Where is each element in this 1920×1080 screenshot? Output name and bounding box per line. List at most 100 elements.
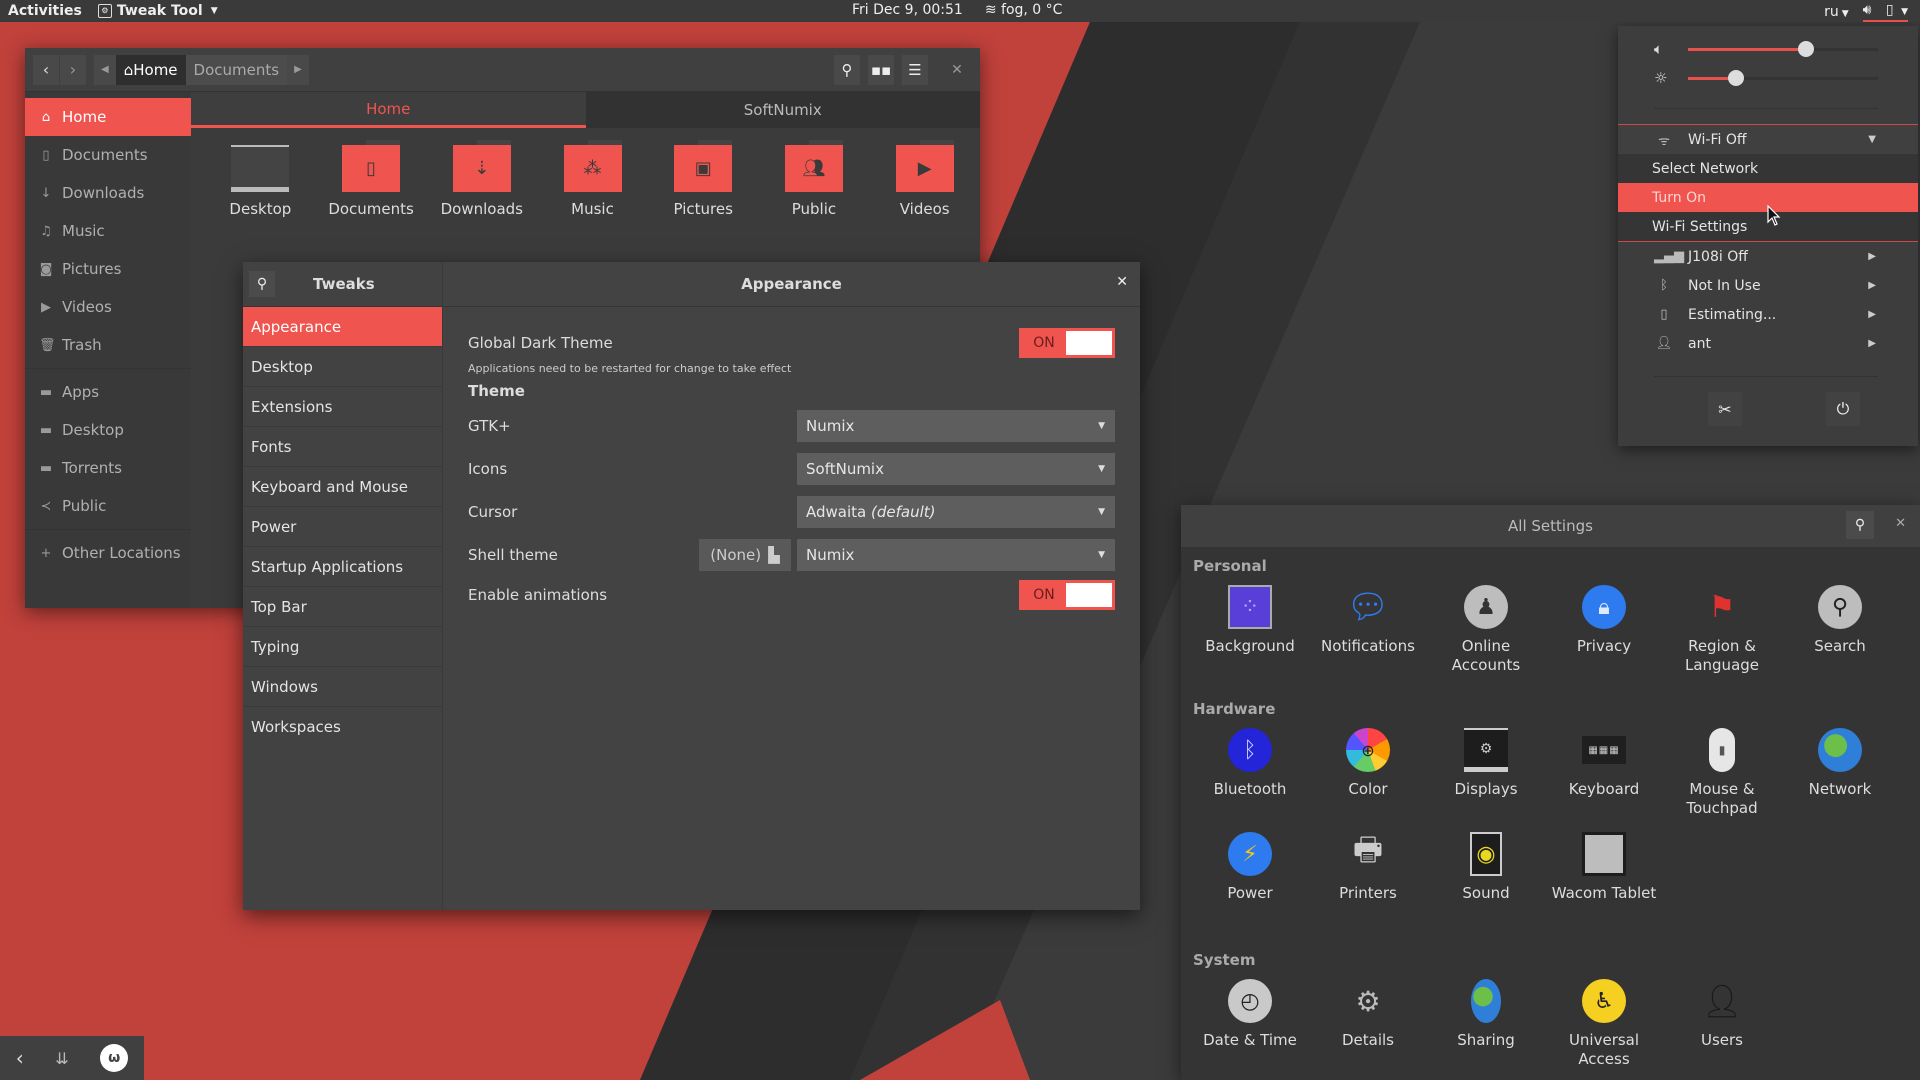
folder-music[interactable]: ⁂ Music (537, 140, 648, 218)
slider-thumb[interactable] (1797, 40, 1814, 57)
sidebar-item-pictures[interactable]: ◙ Pictures (25, 250, 191, 288)
close-button[interactable]: ✕ (1895, 516, 1906, 531)
sidebar-item-torrents[interactable]: ▬ Torrents (25, 449, 191, 487)
volume-slider[interactable] (1688, 40, 1878, 57)
folder-public[interactable]: 👥︎ Public (759, 140, 870, 218)
download-manager-icon[interactable]: ⇊ (55, 1049, 68, 1068)
sidebar-item-documents[interactable]: ▯ Documents (25, 136, 191, 174)
folder-videos[interactable]: ▶ Videos (869, 140, 980, 218)
forward-button[interactable]: › (60, 54, 86, 85)
settings-sharing[interactable]: Sharing (1427, 979, 1545, 1069)
settings-wacom-tablet[interactable]: Wacom Tablet (1545, 832, 1663, 903)
tweaks-item-typing[interactable]: Typing (243, 627, 442, 667)
settings-network[interactable]: Network (1781, 728, 1899, 818)
sidebar-item-apps[interactable]: ▬ Apps (25, 373, 191, 411)
wifi-menu-item[interactable]: ᯤ Wi-Fi Off ▼ (1618, 125, 1918, 154)
search-button[interactable]: ⚲ (834, 54, 860, 85)
settings-bluetooth[interactable]: ᛒ Bluetooth (1191, 728, 1309, 818)
sidebar-item-videos[interactable]: ▶ Videos (25, 288, 191, 326)
settings-search[interactable]: ⚲ Search (1781, 585, 1899, 675)
folder-downloads[interactable]: ⇣ Downloads (426, 140, 537, 218)
search-button[interactable]: ⚲ (249, 271, 275, 297)
breadcrumb-home[interactable]: ⌂ Home (115, 54, 186, 85)
sidebar-item-public[interactable]: ≺ Public (25, 487, 191, 525)
keyboard-icon: ▦▦▦ (1582, 736, 1626, 764)
wifi-select-network[interactable]: Select Network (1618, 154, 1918, 183)
global-dark-theme-switch[interactable]: ON (1019, 328, 1115, 358)
breadcrumb-documents[interactable]: Documents (185, 54, 288, 85)
breadcrumb-left-arrow[interactable]: ◀ (94, 54, 116, 85)
sidebar-item-desktop[interactable]: ▬ Desktop (25, 411, 191, 449)
tweaks-item-extensions[interactable]: Extensions (243, 387, 442, 427)
tweaks-item-appearance[interactable]: Appearance (243, 307, 442, 347)
bluetooth-item[interactable]: ᛒ Not In Use ▶ (1618, 271, 1918, 300)
sidebar-item-music[interactable]: ♫ Music (25, 212, 191, 250)
tweaks-item-windows[interactable]: Windows (243, 667, 442, 707)
search-button[interactable]: ⚲ (1846, 511, 1874, 539)
close-button[interactable]: ✕ (1116, 274, 1128, 290)
settings-background[interactable]: ⁘ Background (1191, 585, 1309, 675)
settings-color[interactable]: ⊕ Color (1309, 728, 1427, 818)
gtk-theme-dropdown[interactable]: Numix ▼ (797, 410, 1115, 442)
sidebar-item-downloads[interactable]: ↓ Downloads (25, 174, 191, 212)
hamburger-icon: ☰ (908, 60, 922, 79)
settings-date-time[interactable]: ◴ Date & Time (1191, 979, 1309, 1069)
app-menu[interactable]: ⚙ Tweak Tool ▼ (97, 3, 218, 19)
shell-theme-dropdown[interactable]: Numix ▼ (797, 539, 1115, 571)
enable-animations-switch[interactable]: ON (1019, 580, 1115, 610)
settings-mouse-touchpad[interactable]: ▮ Mouse & Touchpad (1663, 728, 1781, 818)
settings-universal-access[interactable]: ♿︎ Universal Access (1545, 979, 1663, 1069)
keyboard-layout-indicator[interactable]: ru ▼ (1824, 4, 1849, 20)
mobile-broadband-item[interactable]: ▂▄▆ J108i Off ▶ (1618, 242, 1918, 271)
settings-displays[interactable]: ⚙ Displays (1427, 728, 1545, 818)
menu-button[interactable]: ☰ (902, 54, 928, 85)
page-title: Appearance (741, 275, 842, 293)
folder-documents[interactable]: ▯ Documents (316, 140, 427, 218)
breadcrumb-right-arrow[interactable]: ▶ (287, 54, 309, 85)
settings-details[interactable]: ⚙ Details (1309, 979, 1427, 1069)
icons-theme-dropdown[interactable]: SoftNumix ▼ (797, 453, 1115, 485)
tweaks-item-startup-applications[interactable]: Startup Applications (243, 547, 442, 587)
tweaks-item-keyboard-mouse[interactable]: Keyboard and Mouse (243, 467, 442, 507)
settings-button[interactable]: ✂ (1708, 392, 1742, 426)
folder-pictures[interactable]: ▣ Pictures (648, 140, 759, 218)
brightness-slider[interactable] (1688, 69, 1878, 86)
user-item[interactable]: 👤︎ ant ▶ (1618, 329, 1918, 358)
battery-item[interactable]: ▯ Estimating... ▶ (1618, 300, 1918, 329)
tab-home[interactable]: Home (191, 92, 586, 128)
tweaks-item-power[interactable]: Power (243, 507, 442, 547)
sidebar-item-other-locations[interactable]: + Other Locations (25, 534, 191, 572)
cursor-theme-dropdown[interactable]: Adwaita (default) ▼ (797, 496, 1115, 528)
settings-privacy[interactable]: 🔒︎ Privacy (1545, 585, 1663, 675)
tweaks-item-desktop[interactable]: Desktop (243, 347, 442, 387)
settings-notifications[interactable]: 💬︎ Notifications (1309, 585, 1427, 675)
slider-thumb[interactable] (1727, 69, 1744, 86)
view-toggle-button[interactable]: ▪▪ (868, 54, 894, 85)
settings-printers[interactable]: 🖶︎ Printers (1309, 830, 1427, 903)
clock-weather[interactable]: Fri Dec 9, 00:51 ≋ fog, 0 °C (852, 2, 1062, 18)
sidebar-item-home[interactable]: ⌂ Home (25, 98, 191, 136)
brightness-icon: ☼ (1654, 69, 1668, 87)
settings-sound[interactable]: ◉ Sound (1427, 832, 1545, 903)
tweaks-item-fonts[interactable]: Fonts (243, 427, 442, 467)
tweaks-item-workspaces[interactable]: Workspaces (243, 707, 442, 747)
system-status-indicator[interactable]: 🔊︎ ▯ ▼ (1862, 2, 1908, 22)
launcher-avatar[interactable]: ω (100, 1044, 129, 1072)
folder-desktop[interactable]: Desktop (205, 140, 316, 218)
window-title: All Settings (1508, 517, 1593, 535)
settings-users[interactable]: 👤︎ Users (1663, 979, 1781, 1069)
close-button[interactable]: ✕ (944, 62, 970, 78)
settings-keyboard[interactable]: ▦▦▦ Keyboard (1545, 728, 1663, 818)
brightness-row: ☼ (1654, 68, 1878, 88)
chevron-left-icon[interactable]: ‹ (16, 1046, 24, 1070)
settings-region-language[interactable]: ⚑ Region & Language (1663, 585, 1781, 675)
settings-power[interactable]: ⚡︎ Power (1191, 832, 1309, 903)
power-button[interactable]: ⏻ (1826, 392, 1860, 426)
back-button[interactable]: ‹ (33, 54, 59, 85)
sidebar-item-trash[interactable]: 🗑︎ Trash (25, 326, 191, 364)
settings-online-accounts[interactable]: ♟ Online Accounts (1427, 585, 1545, 675)
activities-button[interactable]: Activities (8, 3, 82, 19)
tweaks-item-top-bar[interactable]: Top Bar (243, 587, 442, 627)
tab-softnumix[interactable]: SoftNumix (585, 92, 980, 128)
shell-theme-file-button[interactable]: (None) ▙ (699, 539, 791, 571)
